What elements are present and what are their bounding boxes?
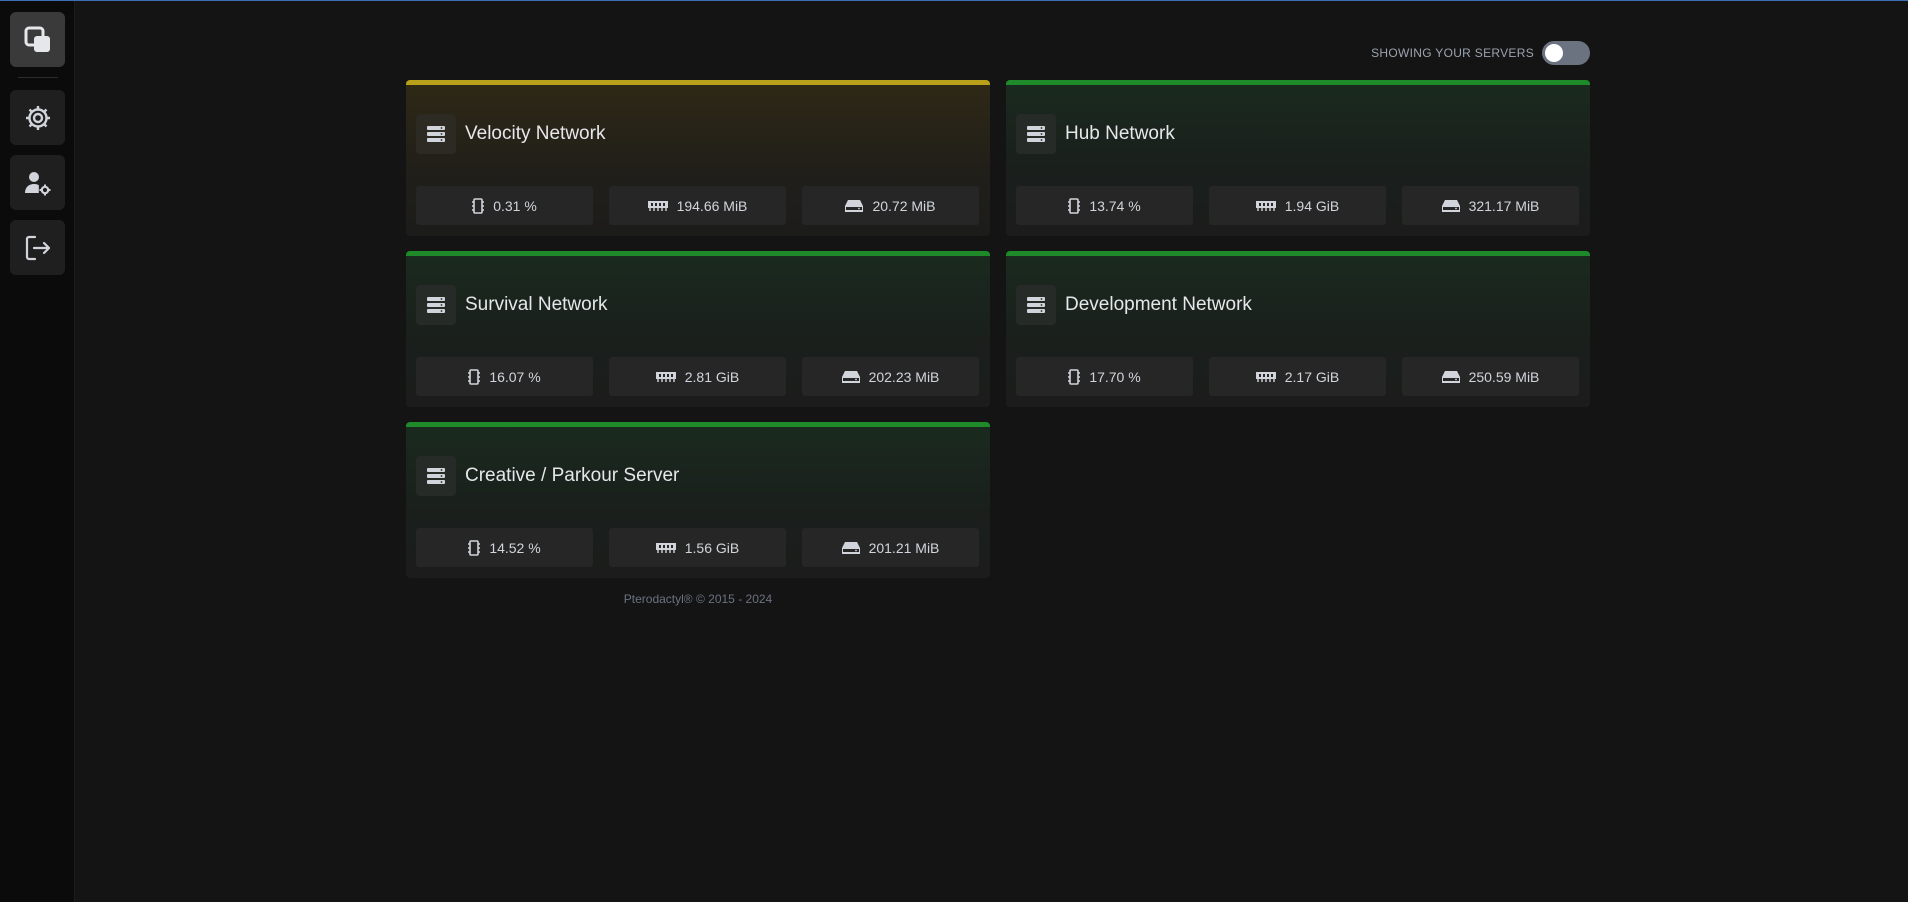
server-name: Velocity Network	[465, 123, 606, 144]
sidebar-settings-button[interactable]	[10, 90, 65, 145]
memory-value: 2.81 GiB	[684, 368, 740, 385]
memory-value: 1.56 GiB	[684, 539, 740, 556]
server-card[interactable]: Velocity Network 0.31 % 194.66 MiB 20.72…	[406, 80, 990, 236]
cpu-value: 0.31 %	[493, 197, 537, 214]
cpu-icon	[472, 197, 485, 214]
disk-icon	[845, 199, 864, 212]
cpu-stat: 16.07 %	[416, 357, 593, 396]
server-icon	[416, 456, 456, 496]
server-card[interactable]: Creative / Parkour Server 14.52 % 1.56 G…	[406, 422, 990, 578]
disk-stat: 20.72 MiB	[802, 186, 979, 225]
cpu-value: 17.70 %	[1089, 368, 1141, 385]
sidebar-home-button[interactable]	[10, 12, 65, 67]
server-filter-toggle-row: SHOWING YOUR SERVERS	[1300, 40, 1590, 66]
memory-value: 194.66 MiB	[676, 197, 748, 214]
sidebar-account-button[interactable]	[10, 155, 65, 210]
disk-value: 202.23 MiB	[868, 368, 940, 385]
disk-value: 321.17 MiB	[1468, 197, 1540, 214]
disk-value: 20.72 MiB	[872, 197, 936, 214]
sidebar	[0, 1, 75, 902]
disk-stat: 201.21 MiB	[802, 528, 979, 567]
user-cog-icon	[24, 171, 50, 195]
disk-stat: 202.23 MiB	[802, 357, 979, 396]
memory-icon	[1255, 371, 1276, 382]
memory-stat: 2.17 GiB	[1209, 357, 1386, 396]
disk-value: 201.21 MiB	[868, 539, 940, 556]
cpu-icon	[1068, 368, 1081, 385]
show-all-servers-toggle[interactable]	[1542, 41, 1590, 65]
top-accent-line	[0, 0, 1908, 1]
server-card[interactable]: Hub Network 13.74 % 1.94 GiB 321.17 MiB	[1006, 80, 1590, 236]
app-logo-icon	[24, 26, 50, 52]
memory-icon	[655, 542, 676, 553]
memory-stat: 1.94 GiB	[1209, 186, 1386, 225]
memory-icon	[647, 200, 668, 211]
disk-value: 250.59 MiB	[1468, 368, 1540, 385]
toggle-label: SHOWING YOUR SERVERS	[1371, 46, 1534, 60]
server-icon	[416, 114, 456, 154]
server-stats: 0.31 % 194.66 MiB 20.72 MiB	[416, 186, 980, 225]
server-stats: 14.52 % 1.56 GiB 201.21 MiB	[416, 528, 980, 567]
server-card[interactable]: Survival Network 16.07 % 2.81 GiB 202.23…	[406, 251, 990, 407]
disk-icon	[1441, 199, 1460, 212]
cpu-value: 13.74 %	[1089, 197, 1141, 214]
memory-stat: 194.66 MiB	[609, 186, 786, 225]
server-card[interactable]: Development Network 17.70 % 2.17 GiB 250…	[1006, 251, 1590, 407]
server-stats: 16.07 % 2.81 GiB 202.23 MiB	[416, 357, 980, 396]
cpu-icon	[1068, 197, 1081, 214]
memory-stat: 1.56 GiB	[609, 528, 786, 567]
gear-icon	[25, 105, 50, 130]
memory-icon	[1255, 200, 1276, 211]
memory-stat: 2.81 GiB	[609, 357, 786, 396]
server-name: Creative / Parkour Server	[465, 465, 680, 486]
logout-icon	[25, 235, 50, 260]
footer-copyright: Pterodactyl® © 2015 - 2024	[623, 592, 773, 606]
disk-icon	[841, 541, 860, 554]
cpu-stat: 14.52 %	[416, 528, 593, 567]
server-list: Velocity Network 0.31 % 194.66 MiB 20.72…	[406, 80, 1590, 578]
sidebar-logout-button[interactable]	[10, 220, 65, 275]
disk-icon	[1441, 370, 1460, 383]
cpu-stat: 13.74 %	[1016, 186, 1193, 225]
cpu-icon	[468, 539, 481, 556]
memory-value: 2.17 GiB	[1284, 368, 1340, 385]
cpu-icon	[468, 368, 481, 385]
memory-value: 1.94 GiB	[1284, 197, 1340, 214]
server-name: Development Network	[1065, 294, 1252, 315]
cpu-value: 14.52 %	[489, 539, 541, 556]
server-name: Survival Network	[465, 294, 608, 315]
server-stats: 17.70 % 2.17 GiB 250.59 MiB	[1016, 357, 1580, 396]
server-icon	[1016, 114, 1056, 154]
sidebar-divider	[18, 77, 58, 78]
server-icon	[1016, 285, 1056, 325]
disk-stat: 250.59 MiB	[1402, 357, 1579, 396]
server-icon	[416, 285, 456, 325]
cpu-stat: 0.31 %	[416, 186, 593, 225]
toggle-knob	[1545, 44, 1563, 62]
cpu-value: 16.07 %	[489, 368, 541, 385]
disk-stat: 321.17 MiB	[1402, 186, 1579, 225]
server-name: Hub Network	[1065, 123, 1175, 144]
server-stats: 13.74 % 1.94 GiB 321.17 MiB	[1016, 186, 1580, 225]
disk-icon	[841, 370, 860, 383]
cpu-stat: 17.70 %	[1016, 357, 1193, 396]
memory-icon	[655, 371, 676, 382]
